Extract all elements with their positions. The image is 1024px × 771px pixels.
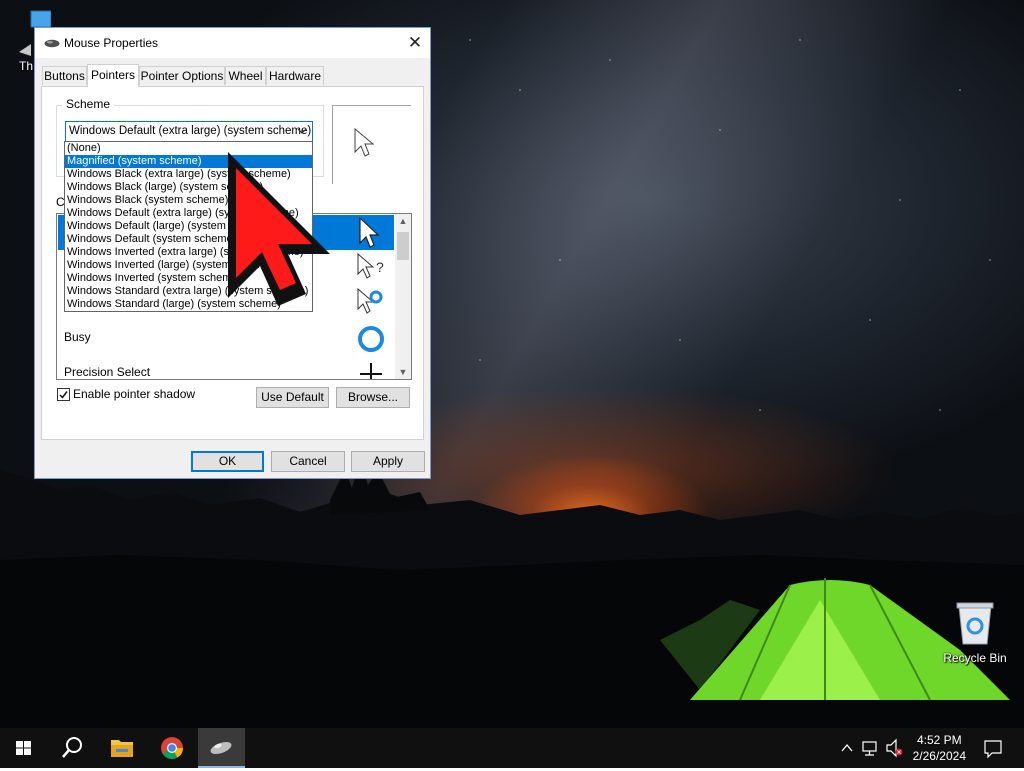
pointer-preview: [332, 105, 411, 184]
chrome-button[interactable]: [148, 728, 196, 768]
tab-pointers[interactable]: Pointers: [87, 64, 139, 87]
clock[interactable]: 4:52 PM 2/26/2024: [913, 732, 966, 764]
mouse-properties-taskbar-button[interactable]: [198, 728, 245, 768]
busy-icon: [358, 326, 384, 352]
list-item-label: Busy: [64, 330, 91, 344]
clock-date: 2/26/2024: [912, 749, 966, 763]
list-item[interactable]: Busy: [58, 320, 394, 355]
chevron-down-icon: [297, 128, 307, 134]
mouse-icon: [44, 39, 60, 48]
enable-pointer-shadow-checkbox[interactable]: [57, 388, 70, 401]
show-hidden-icons-button[interactable]: [838, 728, 856, 768]
dialog-title: Mouse Properties: [64, 36, 159, 50]
precision-select-icon: [360, 363, 382, 379]
network-tray-button[interactable]: [860, 728, 882, 768]
svg-text:?: ?: [376, 259, 384, 275]
list-item-label: Precision Select: [64, 365, 151, 379]
file-explorer-icon: [111, 740, 133, 757]
tab-wheel[interactable]: Wheel: [225, 66, 266, 85]
preview-pointer-icon: [354, 128, 375, 157]
desktop-icon-recycle-bin[interactable]: Recycle Bin: [940, 600, 1010, 665]
search-icon: [62, 737, 82, 758]
ok-button[interactable]: OK: [191, 451, 264, 472]
mouse-properties-icon: [210, 741, 232, 755]
help-select-icon: ?: [357, 252, 384, 279]
notifications-button[interactable]: [978, 728, 1008, 768]
chevron-up-icon: [841, 743, 853, 752]
normal-select-icon: [359, 217, 380, 248]
cancel-button[interactable]: Cancel: [271, 451, 345, 472]
volume-muted-icon: [886, 738, 903, 758]
clock-time: 4:52 PM: [916, 733, 962, 747]
file-explorer-button[interactable]: [98, 728, 146, 768]
close-button[interactable]: ✕: [400, 28, 430, 58]
scheme-label: Scheme: [62, 97, 115, 111]
scroll-down-icon[interactable]: ▼: [395, 367, 411, 377]
start-icon: [16, 741, 31, 755]
browse-button[interactable]: Browse...: [336, 387, 410, 408]
apply-button[interactable]: Apply: [351, 451, 425, 472]
network-icon: [862, 741, 877, 756]
desktop-icon-label: Recycle Bin: [943, 651, 1007, 665]
pointer-shadow-label: Enable pointer shadow: [73, 387, 196, 401]
start-button[interactable]: [0, 728, 48, 768]
list-scrollbar[interactable]: ▲ ▼: [395, 214, 411, 379]
scroll-up-icon[interactable]: ▲: [395, 216, 411, 226]
taskbar: 4:52 PM 2/26/2024: [0, 728, 1024, 768]
search-button[interactable]: [48, 728, 96, 768]
list-item[interactable]: Precision Select: [58, 355, 394, 379]
use-default-button[interactable]: Use Default: [256, 387, 329, 408]
working-in-background-icon: [357, 287, 383, 314]
recycle-bin-icon: [956, 602, 994, 645]
red-arrow-annotation-icon: [228, 152, 330, 306]
checkmark-icon: [59, 391, 68, 399]
desktop-icon-label: Th: [19, 59, 34, 73]
chrome-icon: [161, 737, 183, 759]
scheme-combobox[interactable]: Windows Default (extra large) (system sc…: [65, 121, 313, 142]
volume-tray-button[interactable]: [884, 728, 906, 768]
tab-buttons[interactable]: Buttons: [42, 66, 87, 85]
scheme-selected-value: Windows Default (extra large) (system sc…: [69, 125, 312, 137]
tab-pointer-options[interactable]: Pointer Options: [139, 66, 225, 85]
dialog-titlebar[interactable]: Mouse Properties ✕: [35, 28, 430, 58]
scroll-thumb[interactable]: [397, 232, 409, 260]
notification-icon: [984, 740, 1002, 759]
tab-hardware[interactable]: Hardware: [266, 66, 324, 85]
